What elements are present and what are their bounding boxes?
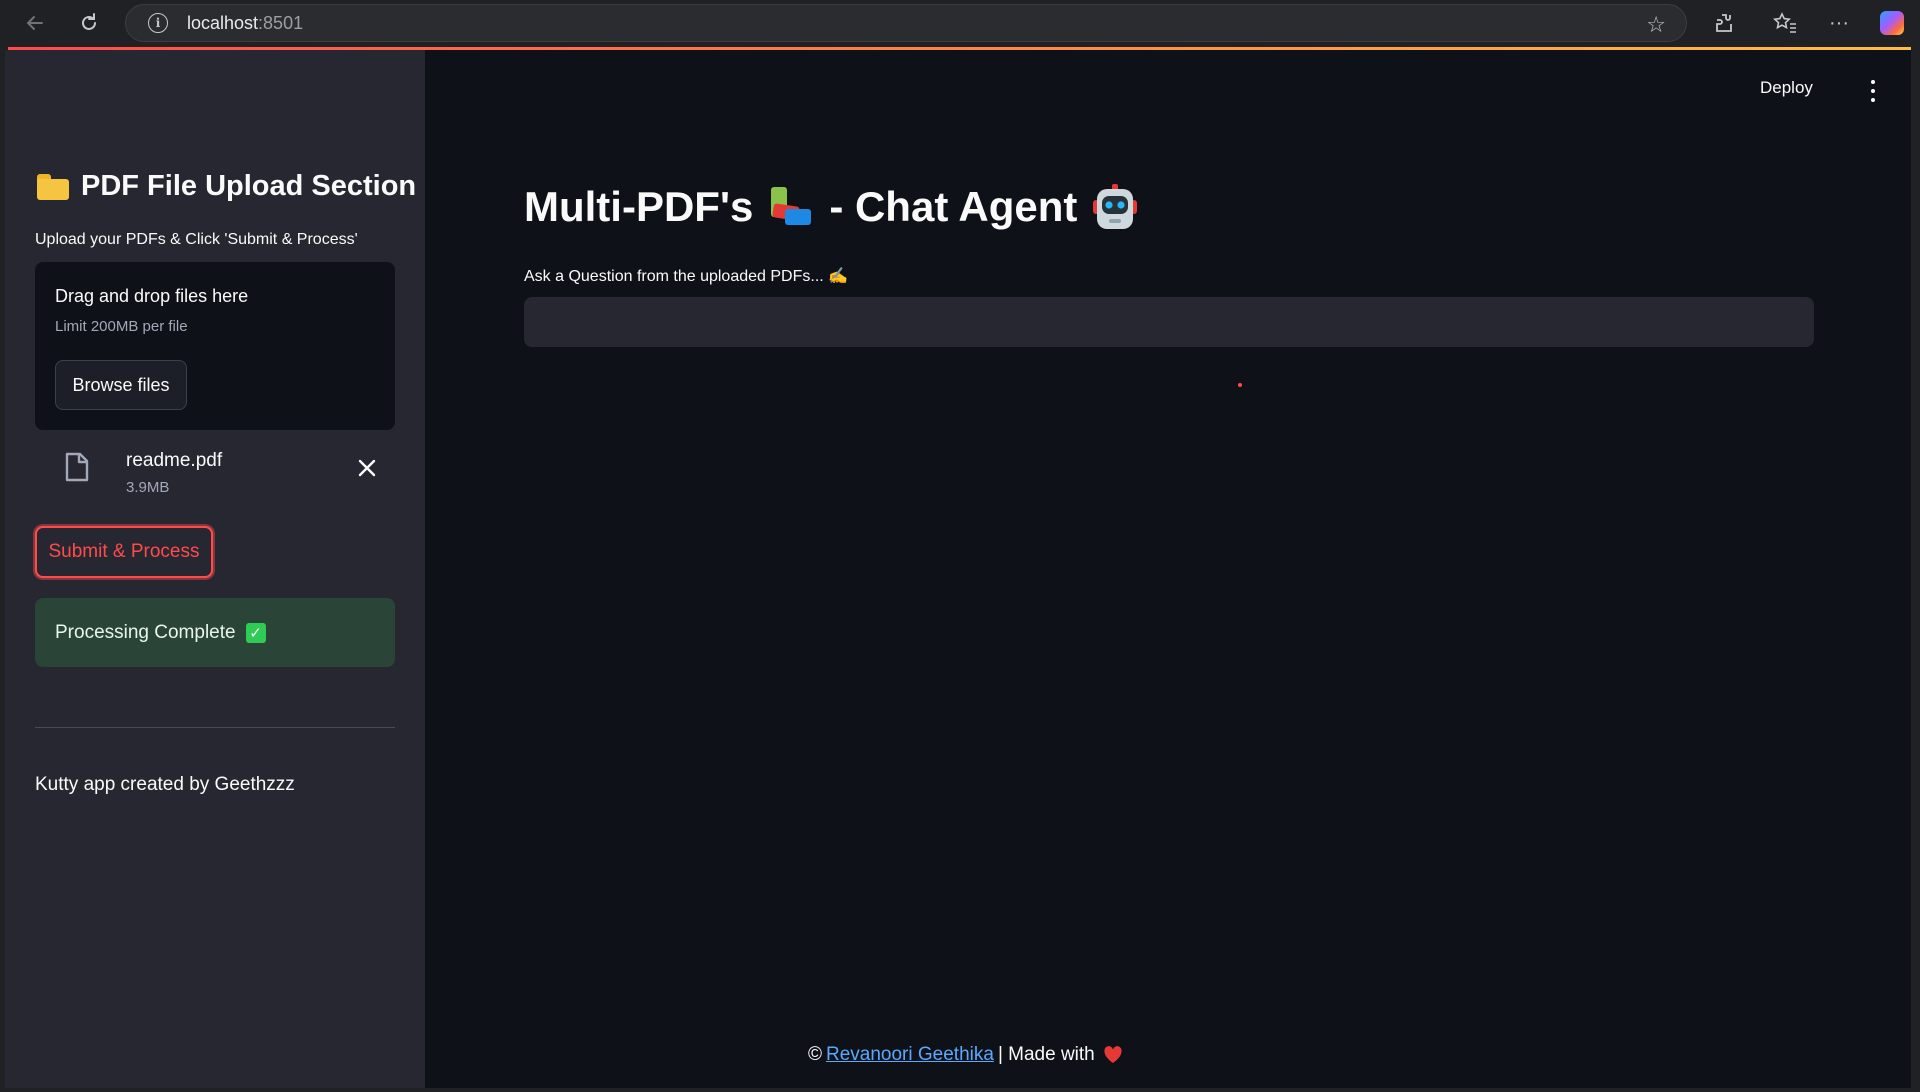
reload-icon[interactable] — [74, 8, 104, 38]
success-alert: Processing Complete ✓ — [35, 598, 395, 667]
url-text: localhost:8501 — [187, 12, 304, 33]
copilot-icon[interactable] — [1880, 11, 1904, 35]
heart-icon — [1103, 1045, 1123, 1065]
sidebar-title: PDF File Upload Section — [37, 170, 416, 203]
loading-dot — [1238, 383, 1242, 387]
footer: © Revanoori Geethika | Made with — [808, 1044, 1123, 1066]
question-input[interactable] — [524, 297, 1814, 347]
info-icon[interactable]: i — [148, 13, 168, 33]
deploy-button[interactable]: Deploy — [1760, 78, 1813, 98]
success-text: Processing Complete — [55, 621, 236, 643]
dropzone-title: Drag and drop files here — [55, 286, 249, 306]
sidebar: PDF File Upload Section Upload your PDFs… — [5, 50, 425, 1088]
credit-text: Kutty app created by Geethzzz — [35, 774, 295, 795]
file-size: 3.9MB — [126, 479, 170, 496]
sidebar-divider — [35, 727, 395, 728]
submit-process-button[interactable]: Submit & Process — [35, 526, 213, 578]
back-icon[interactable] — [20, 8, 50, 38]
file-dropzone[interactable]: Drag and drop files here Limit 200MB per… — [35, 262, 395, 430]
sidebar-subtitle: Upload your PDFs & Click 'Submit & Proce… — [35, 231, 358, 248]
file-name: readme.pdf — [126, 450, 223, 471]
close-icon[interactable] — [355, 456, 379, 480]
author-link[interactable]: Revanoori Geethika — [826, 1044, 994, 1066]
browse-files-button[interactable]: Browse files — [55, 360, 187, 410]
browser-toolbar: i localhost:8501 ☆ ··· — [0, 0, 1920, 45]
footer-made-with: | Made with — [997, 1044, 1095, 1065]
footer-copyright: © — [808, 1044, 822, 1065]
page-title: Multi-PDF's - Chat Agent — [524, 183, 1139, 231]
books-icon — [767, 185, 815, 229]
sidebar-title-text: PDF File Upload Section — [81, 170, 417, 202]
title-part1: Multi-PDF's — [524, 183, 754, 230]
more-icon[interactable]: ··· — [1824, 8, 1854, 38]
kebab-menu-icon[interactable] — [1868, 80, 1878, 102]
uploaded-file-item: readme.pdf 3.9MB — [35, 442, 395, 512]
favorites-icon[interactable] — [1770, 8, 1800, 38]
address-bar[interactable]: i localhost:8501 ☆ — [125, 4, 1687, 42]
main-content: Deploy Multi-PDF's - Chat Agent Ask a Qu… — [425, 50, 1911, 1088]
folder-icon — [37, 173, 69, 200]
check-icon: ✓ — [245, 622, 266, 643]
extensions-icon[interactable] — [1710, 8, 1740, 38]
robot-icon — [1091, 184, 1139, 230]
star-icon[interactable]: ☆ — [1646, 12, 1666, 38]
dropzone-limit: Limit 200MB per file — [55, 318, 188, 335]
question-label: Ask a Question from the uploaded PDFs...… — [524, 268, 849, 285]
title-part2: - Chat Agent — [829, 183, 1078, 230]
streamlit-app: PDF File Upload Section Upload your PDFs… — [5, 50, 1911, 1088]
file-icon — [65, 452, 89, 482]
